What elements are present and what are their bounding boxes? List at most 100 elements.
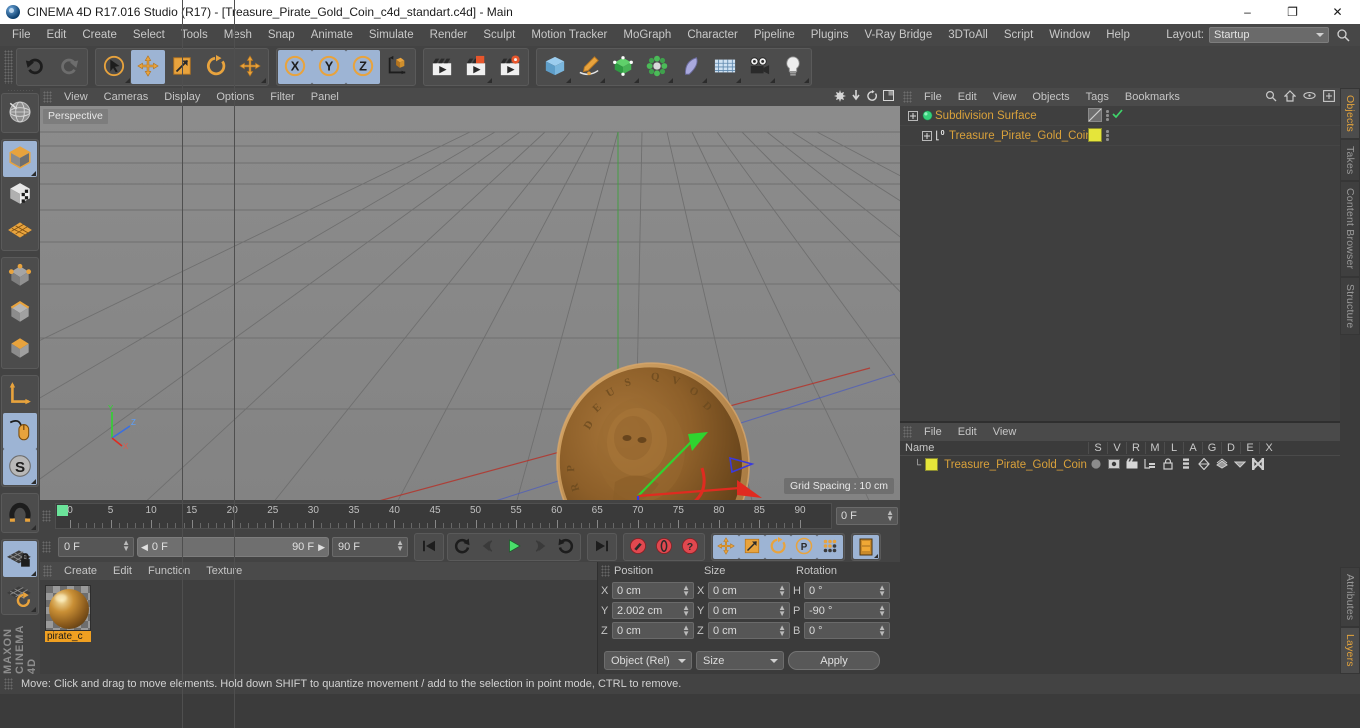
rotate-tool[interactable]: [199, 50, 233, 84]
vertical-tab-content-browser[interactable]: Content Browser: [1340, 181, 1360, 277]
spinner-icon[interactable]: ▲ ▼: [396, 539, 404, 553]
layer-manager-drag-handle[interactable]: [903, 426, 912, 438]
visibility-tag-icon[interactable]: [1088, 108, 1103, 123]
material-menu-function[interactable]: Function: [140, 564, 198, 578]
spinner-icon[interactable]: ▲ ▼: [886, 509, 894, 523]
rotation-b-field[interactable]: 0 ° ▲ ▼: [804, 622, 890, 639]
menu-animate[interactable]: Animate: [303, 26, 361, 44]
autokeying-button[interactable]: [651, 535, 677, 559]
spinner-icon[interactable]: ▲ ▼: [778, 624, 786, 638]
render-region-button[interactable]: [459, 50, 493, 84]
menu-edit[interactable]: Edit: [39, 26, 75, 44]
column-header-l[interactable]: L: [1164, 442, 1183, 454]
spinner-icon[interactable]: ▲ ▼: [682, 584, 690, 598]
position-x-field[interactable]: 0 cm ▲ ▼: [612, 582, 694, 599]
spinner-icon[interactable]: ▲ ▼: [878, 604, 886, 618]
column-header-x[interactable]: X: [1259, 442, 1278, 454]
column-header-r[interactable]: R: [1126, 442, 1145, 454]
vertical-tab-objects[interactable]: Objects: [1340, 88, 1360, 139]
soft-selection-button[interactable]: S: [3, 449, 37, 486]
position-y-field[interactable]: 2.002 cm ▲ ▼: [612, 602, 694, 619]
axis-x-toggle[interactable]: X: [278, 50, 312, 84]
menu-snap[interactable]: Snap: [260, 26, 303, 44]
coordinate-mode-dropdown[interactable]: Object (Rel): [604, 651, 692, 670]
viewport-menu-options[interactable]: Options: [208, 90, 262, 104]
left-toolbar-drag-handle[interactable]: [7, 90, 33, 92]
workplane-lock-button[interactable]: [3, 541, 37, 578]
object-menu-tags[interactable]: Tags: [1078, 90, 1117, 104]
rotation-p-field[interactable]: -90 ° ▲ ▼: [804, 602, 890, 619]
menu-sculpt[interactable]: Sculpt: [475, 26, 523, 44]
add-nurbs-button[interactable]: [606, 50, 640, 84]
close-button[interactable]: ✕: [1315, 0, 1360, 24]
workplane-mode-button[interactable]: [3, 213, 37, 249]
view-icon[interactable]: [1108, 458, 1120, 473]
apply-button[interactable]: Apply: [788, 651, 880, 670]
rotation-h-field[interactable]: 0 ° ▲ ▼: [804, 582, 890, 599]
viewport-menu-view[interactable]: View: [56, 90, 96, 104]
object-menu-bookmarks[interactable]: Bookmarks: [1117, 90, 1188, 104]
spinner-icon[interactable]: ▲ ▼: [122, 539, 130, 553]
status-bar-drag-handle[interactable]: [4, 678, 13, 690]
menu-v-ray-bridge[interactable]: V-Ray Bridge: [856, 26, 940, 44]
minimize-button[interactable]: –: [1225, 0, 1270, 24]
play-forward-loop-button[interactable]: [553, 535, 579, 559]
column-header-m[interactable]: M: [1145, 442, 1164, 454]
material-tag-icon[interactable]: [1088, 128, 1103, 143]
xref-icon[interactable]: [1252, 457, 1264, 473]
search-icon[interactable]: [1334, 26, 1352, 44]
next-frame-button[interactable]: [527, 535, 553, 559]
position-z-field[interactable]: 0 cm ▲ ▼: [612, 622, 694, 639]
object-menu-objects[interactable]: Objects: [1024, 90, 1077, 104]
preview-range-slider[interactable]: ◀ 0 F 90 F ▶: [137, 537, 329, 557]
timeline-ruler[interactable]: 0 5 10 15 20 25 30 35 40 45 50 55 60 65 70 75 80 85 90: [55, 503, 832, 529]
expand-toggle-icon[interactable]: [906, 110, 920, 121]
layer-menu-file[interactable]: File: [916, 425, 950, 439]
menu-select[interactable]: Select: [125, 26, 173, 44]
enable-axis-modification-button[interactable]: [3, 377, 37, 413]
menu-mesh[interactable]: Mesh: [216, 26, 260, 44]
menu-motion-tracker[interactable]: Motion Tracker: [523, 26, 615, 44]
add-light-button[interactable]: [776, 50, 810, 84]
vertical-tab-structure[interactable]: Structure: [1340, 276, 1360, 336]
max-frame-field[interactable]: 90 F ▲ ▼: [332, 537, 408, 557]
column-header-e[interactable]: E: [1240, 442, 1259, 454]
object-row[interactable]: Subdivision Surface: [900, 106, 1340, 126]
object-tree[interactable]: Subdivision Surface 0 Treasure_Pirate_Go…: [182, 0, 1340, 728]
axis-z-toggle[interactable]: Z: [346, 50, 380, 84]
spinner-icon[interactable]: ▲ ▼: [778, 604, 786, 618]
expand-toggle-icon[interactable]: [920, 130, 934, 141]
menu-plugins[interactable]: Plugins: [803, 26, 857, 44]
layer-menu-view[interactable]: View: [985, 425, 1025, 439]
menu-script[interactable]: Script: [996, 26, 1041, 44]
world-object-coordinate-toggle[interactable]: [380, 50, 414, 84]
home-icon[interactable]: [1283, 89, 1297, 105]
go-to-end-button[interactable]: [589, 535, 615, 559]
menu-tools[interactable]: Tools: [173, 26, 216, 44]
column-header-s[interactable]: S: [1088, 442, 1107, 454]
range-right-arrow-icon[interactable]: ▶: [318, 542, 325, 553]
viewport-solo-button[interactable]: [3, 413, 37, 450]
menu-create[interactable]: Create: [74, 26, 125, 44]
workplane-rotate-button[interactable]: [3, 577, 37, 613]
lock-icon[interactable]: [1162, 457, 1174, 473]
column-header-v[interactable]: V: [1107, 442, 1126, 454]
material-item[interactable]: pirate_c: [45, 585, 91, 669]
material-menu-create[interactable]: Create: [56, 564, 105, 578]
viewport-drag-handle[interactable]: [43, 91, 52, 103]
manager-icon[interactable]: [1144, 458, 1156, 473]
position-key-toggle[interactable]: [713, 535, 739, 559]
add-cube-button[interactable]: [538, 50, 572, 84]
menu-render[interactable]: Render: [422, 26, 476, 44]
column-header-a[interactable]: A: [1183, 442, 1202, 454]
viewport-move-icon[interactable]: [834, 89, 846, 105]
expression-icon[interactable]: [1233, 458, 1247, 473]
vertical-tab-layers[interactable]: Layers: [1340, 627, 1360, 674]
enable-snap-button[interactable]: [3, 495, 37, 531]
menu-mograph[interactable]: MoGraph: [615, 26, 679, 44]
render-icon[interactable]: [1126, 458, 1138, 473]
object-menu-edit[interactable]: Edit: [950, 90, 985, 104]
material-manager-drag-handle[interactable]: [43, 565, 52, 577]
spinner-icon[interactable]: ▲ ▼: [878, 624, 886, 638]
perspective-viewport[interactable]: Perspective Grid Spacing : 10 cm D E U S…: [40, 106, 900, 500]
